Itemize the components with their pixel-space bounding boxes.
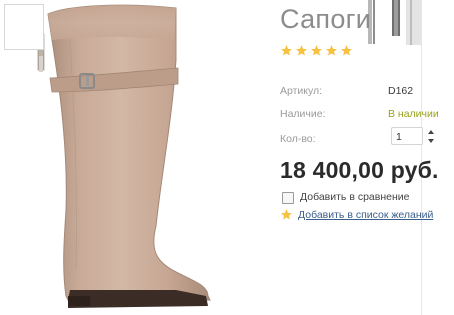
caret-down-icon[interactable]: [428, 139, 434, 143]
product-title: Сапоги: [280, 4, 372, 34]
availability-value: В наличии: [388, 108, 439, 120]
article-value: D162: [388, 85, 414, 97]
compare-checkbox[interactable]: [282, 192, 294, 204]
star-icon: [341, 45, 352, 56]
product-rating: [280, 44, 353, 57]
caret-up-icon[interactable]: [428, 130, 434, 134]
quantity-input[interactable]: 1: [391, 127, 423, 145]
star-icon: [281, 209, 292, 220]
quantity-label: Кол-во:: [280, 133, 316, 145]
star-icon: [311, 45, 322, 56]
article-label: Артикул:: [280, 85, 323, 97]
star-icon: [326, 45, 337, 56]
product-photo-area: [0, 0, 265, 315]
quantity-stepper[interactable]: [428, 128, 436, 146]
star-icon: [281, 45, 292, 56]
add-to-wishlist-link[interactable]: Добавить в список желаний: [298, 209, 433, 221]
product-detail-image: [366, 0, 421, 45]
product-thumbnail[interactable]: [4, 4, 44, 50]
compare-label[interactable]: Добавить в сравнение: [300, 191, 409, 203]
product-price: 18 400,00 руб.: [280, 157, 439, 183]
availability-label: Наличие:: [280, 108, 326, 120]
star-icon: [296, 45, 307, 56]
